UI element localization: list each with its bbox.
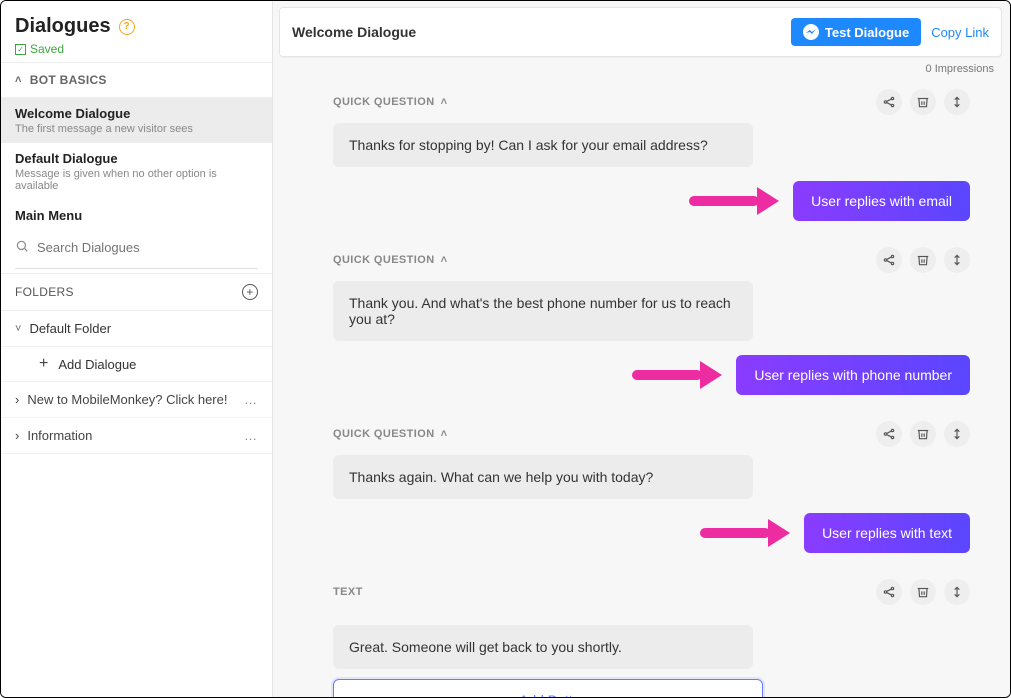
- sidebar-item-default[interactable]: Default Dialogue Message is given when n…: [1, 143, 272, 200]
- search-row: [1, 231, 272, 264]
- sidebar-row-info[interactable]: › Information …: [1, 418, 272, 454]
- copy-link[interactable]: Copy Link: [931, 25, 989, 40]
- help-icon[interactable]: ?: [119, 19, 135, 35]
- section-bot-basics[interactable]: ˄ BOT BASICS: [1, 62, 272, 98]
- share-icon[interactable]: [876, 89, 902, 115]
- page-title: Welcome Dialogue: [292, 24, 416, 40]
- chevron-up-icon: ˄: [15, 74, 22, 86]
- add-button[interactable]: + Add Button: [333, 679, 763, 697]
- folder-default[interactable]: ˅ Default Folder: [1, 311, 272, 347]
- sidebar-item-title: Welcome Dialogue: [15, 106, 258, 121]
- chevron-up-icon: ˄: [441, 428, 448, 440]
- sidebar-item-welcome[interactable]: Welcome Dialogue The first message a new…: [1, 98, 272, 143]
- share-icon[interactable]: [876, 579, 902, 605]
- share-icon[interactable]: [876, 247, 902, 273]
- saved-label: Saved: [30, 42, 64, 56]
- trash-icon[interactable]: [910, 89, 936, 115]
- user-reply-chip[interactable]: User replies with email: [793, 181, 970, 221]
- trash-icon[interactable]: [910, 421, 936, 447]
- sidebar-item-sub: The first message a new visitor sees: [15, 123, 258, 135]
- sidebar: Dialogues ? ✓ Saved ˄ BOT BASICS Welcome…: [1, 1, 273, 697]
- block-quick-question: QUICK QUESTION ˄ Thanks for stopping by!…: [333, 89, 970, 221]
- chevron-right-icon: ›: [15, 392, 19, 407]
- test-dialogue-label: Test Dialogue: [825, 25, 909, 40]
- annotation-arrow: [632, 361, 722, 389]
- trash-icon[interactable]: [910, 579, 936, 605]
- canvas: QUICK QUESTION ˄ Thanks for stopping by!…: [273, 85, 1010, 697]
- block-type-label[interactable]: TEXT: [333, 586, 363, 598]
- block-quick-question: QUICK QUESTION ˄ Thanks again. What can …: [333, 421, 970, 553]
- bot-message[interactable]: Thank you. And what's the best phone num…: [333, 281, 753, 341]
- sidebar-title: Dialogues: [15, 15, 111, 38]
- more-icon[interactable]: …: [244, 392, 258, 407]
- block-text: TEXT Great. Someone will get back to you…: [333, 579, 970, 697]
- main-panel: Welcome Dialogue Test Dialogue Copy Link…: [273, 1, 1010, 697]
- divider: [15, 268, 258, 269]
- sidebar-item-title: Default Dialogue: [15, 151, 258, 166]
- chevron-up-icon: ˄: [441, 254, 448, 266]
- plus-icon: +: [39, 355, 48, 373]
- messenger-icon: [803, 24, 819, 40]
- share-icon[interactable]: [876, 421, 902, 447]
- block-type-label[interactable]: QUICK QUESTION ˄: [333, 254, 447, 266]
- move-icon[interactable]: [944, 421, 970, 447]
- chevron-down-icon: ˅: [15, 323, 21, 335]
- saved-indicator: ✓ Saved: [15, 42, 258, 56]
- more-icon[interactable]: …: [244, 428, 258, 443]
- sidebar-row-new[interactable]: › New to MobileMonkey? Click here! …: [1, 382, 272, 418]
- impressions-count: 0 Impressions: [273, 59, 1010, 85]
- block-type-label[interactable]: QUICK QUESTION ˄: [333, 428, 447, 440]
- search-input[interactable]: [37, 240, 258, 255]
- user-reply-chip[interactable]: User replies with phone number: [736, 355, 970, 395]
- move-icon[interactable]: [944, 247, 970, 273]
- add-dialogue-label: Add Dialogue: [58, 357, 136, 372]
- folder-label: Default Folder: [29, 321, 111, 336]
- chevron-right-icon: ›: [15, 428, 19, 443]
- sidebar-item-sub: Message is given when no other option is…: [15, 168, 258, 192]
- section-bot-basics-label: BOT BASICS: [30, 73, 107, 87]
- move-icon[interactable]: [944, 579, 970, 605]
- sidebar-item-mainmenu[interactable]: Main Menu: [1, 200, 272, 231]
- block-type-label[interactable]: QUICK QUESTION ˄: [333, 96, 447, 108]
- add-dialogue[interactable]: + Add Dialogue: [1, 347, 272, 382]
- test-dialogue-button[interactable]: Test Dialogue: [791, 18, 921, 46]
- chevron-up-icon: ˄: [441, 96, 448, 108]
- topbar: Welcome Dialogue Test Dialogue Copy Link: [279, 7, 1002, 57]
- add-folder-icon[interactable]: +: [242, 284, 258, 300]
- check-icon: ✓: [15, 44, 26, 55]
- folders-header: FOLDERS +: [1, 273, 272, 311]
- search-icon: [15, 239, 29, 256]
- annotation-arrow: [689, 187, 779, 215]
- annotation-arrow: [700, 519, 790, 547]
- move-icon[interactable]: [944, 89, 970, 115]
- block-quick-question: QUICK QUESTION ˄ Thank you. And what's t…: [333, 247, 970, 395]
- row-label: New to MobileMonkey? Click here!: [27, 392, 227, 407]
- bot-message[interactable]: Thanks for stopping by! Can I ask for yo…: [333, 123, 753, 167]
- trash-icon[interactable]: [910, 247, 936, 273]
- bot-message[interactable]: Great. Someone will get back to you shor…: [333, 625, 753, 669]
- row-label: Information: [27, 428, 92, 443]
- sidebar-item-title: Main Menu: [15, 208, 258, 223]
- user-reply-chip[interactable]: User replies with text: [804, 513, 970, 553]
- bot-message[interactable]: Thanks again. What can we help you with …: [333, 455, 753, 499]
- folders-label: FOLDERS: [15, 285, 74, 299]
